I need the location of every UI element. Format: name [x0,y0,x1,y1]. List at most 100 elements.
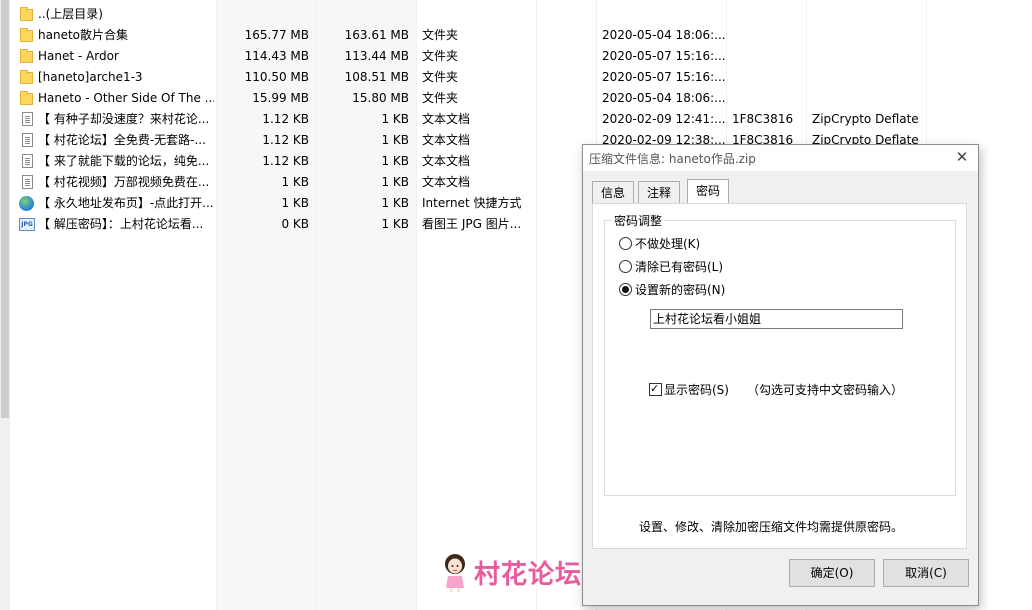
file-name: Hanet - Ardor [38,49,119,63]
folder-icon [20,70,33,84]
file-size: 15.99 MB [252,91,309,105]
file-name: Haneto - Other Side Of The ... [38,91,214,105]
file-type [422,4,537,25]
file-type: 文本文档 [422,154,471,168]
file-modified: 2020-05-07 15:16:... [602,70,726,84]
group-label: 密码调整 [612,212,665,229]
file-packed: 108.51 MB [344,70,409,84]
radio-keep[interactable]: 不做处理(K) [619,235,700,253]
file-row[interactable]: 【 有种子却没速度？来村花论... 1.12 KB 1 KB 文本文档 2020-02-… [16,109,1026,130]
show-password-checkbox[interactable] [649,380,662,398]
file-method [812,46,937,67]
file-method [812,4,937,25]
file-size: 114.43 MB [244,49,309,63]
dialog-titlebar[interactable]: 压缩文件信息: haneto作品.zip ✕ [583,145,978,171]
password-adjust-group: 密码调整 不做处理(K) 清除已有密码(L) 设置新的密码(N) 上村花论坛看小… [604,212,956,496]
file-row[interactable]: haneto散片合集 165.77 MB 163.61 MB 文件夹 2020-05-0… [16,25,1026,46]
file-packed [316,4,409,25]
file-size: 110.50 MB [244,70,309,84]
file-size [216,4,309,25]
file-size: 1.12 KB [262,133,309,147]
file-packed: 1 KB [381,196,409,210]
file-row[interactable]: ..(上层目录) [16,4,1026,25]
tab-password[interactable]: 密码 [687,179,730,204]
scrollbar-thumb[interactable] [1,0,9,418]
file-packed: 113.44 MB [344,49,409,63]
dialog-title: 压缩文件信息: haneto作品.zip [589,152,756,166]
folder-icon [20,7,33,21]
globe-icon [19,196,34,211]
text-file-icon [22,133,33,147]
file-size: 165.77 MB [244,28,309,42]
radio-set-new[interactable]: 设置新的密码(N) [619,281,725,299]
text-file-icon [22,175,33,189]
password-note: 设置、修改、清除加密压缩文件均需提供原密码。 [639,520,904,534]
file-packed: 1 KB [381,175,409,189]
file-crc [732,67,807,88]
archive-info-dialog: 压缩文件信息: haneto作品.zip ✕ 信息 注释 密码 密码调整 不做处… [582,144,979,606]
file-row[interactable]: [haneto]arche1-3 110.50 MB 108.51 MB 文件夹 202… [16,67,1026,88]
file-method [812,88,937,109]
file-crc [732,46,807,67]
radio-button-selected[interactable] [619,283,632,296]
file-packed: 1 KB [381,112,409,126]
file-size: 1 KB [281,175,309,189]
radio-label: 设置新的密码(N) [635,283,726,297]
file-crc [732,4,807,25]
file-modified: 2020-02-09 12:41:... [602,112,726,126]
file-method [812,67,937,88]
vertical-scrollbar[interactable] [0,0,10,610]
radio-clear[interactable]: 清除已有密码(L) [619,258,723,276]
file-crc [732,25,807,46]
password-input[interactable]: 上村花论坛看小姐姐 [650,309,903,329]
file-type: 文本文档 [422,112,471,126]
ok-button[interactable]: 确定(O) [789,559,875,587]
file-type: 文本文档 [422,133,471,147]
file-name: 【 解压密码】：上村花论坛看... [38,217,204,231]
close-icon[interactable]: ✕ [954,148,970,166]
file-name: 【 村花视频】万部视频免费在... [38,175,210,189]
show-password-label: 显示密码(S) [664,383,729,397]
file-name: ..(上层目录) [38,7,103,21]
tab-comment[interactable]: 注释 [638,181,681,203]
file-size: 0 KB [281,217,309,231]
show-password-row[interactable]: 显示密码(S) （勾选可支持中文密码输入） [649,380,903,399]
file-modified: 2020-05-04 18:06:... [602,28,726,42]
file-type: 文件夹 [422,49,459,63]
file-row[interactable]: Haneto - Other Side Of The ... 15.99 MB 15… [16,88,1026,109]
jpg-file-icon: JPG [19,218,35,231]
folder-icon [20,49,33,63]
radio-button[interactable] [619,237,632,250]
file-type: 文本文档 [422,175,471,189]
file-name: 【 永久地址发布页】-点此打开... [38,196,214,210]
folder-icon [20,28,33,42]
file-type: 文件夹 [422,91,459,105]
text-file-icon [22,154,33,168]
file-packed: 1 KB [381,133,409,147]
file-size: 1 KB [281,196,309,210]
file-name: haneto散片合集 [38,28,128,42]
file-row[interactable]: Hanet - Ardor 114.43 MB 113.44 MB 文件夹 2020-0… [16,46,1026,67]
file-modified: 2020-05-04 18:06:... [602,91,726,105]
file-modified [602,4,727,25]
cancel-button[interactable]: 取消(C) [883,559,969,587]
file-name: 【 村花论坛】全免费-无套路-... [38,133,206,147]
file-name: 【 来了就能下载的论坛，纯免... [38,154,210,168]
file-size: 1.12 KB [262,154,309,168]
password-panel: 密码调整 不做处理(K) 清除已有密码(L) 设置新的密码(N) 上村花论坛看小… [592,203,967,549]
file-packed: 1 KB [381,217,409,231]
radio-button[interactable] [619,260,632,273]
watermark-text: 村花论坛 [474,560,583,590]
tab-info[interactable]: 信息 [592,181,635,203]
watermark-logo: 村花论坛 [440,550,600,596]
file-method [812,25,937,46]
file-crc: 1F8C3816 [732,112,794,126]
file-type: 文件夹 [422,70,459,84]
file-size: 1.12 KB [262,112,309,126]
radio-label: 清除已有密码(L) [635,260,724,274]
folder-icon [20,91,33,105]
radio-label: 不做处理(K) [635,237,701,251]
file-name: 【 有种子却没速度？来村花论... [38,112,210,126]
file-name: [haneto]arche1-3 [38,70,143,84]
file-type: 文件夹 [422,28,459,42]
